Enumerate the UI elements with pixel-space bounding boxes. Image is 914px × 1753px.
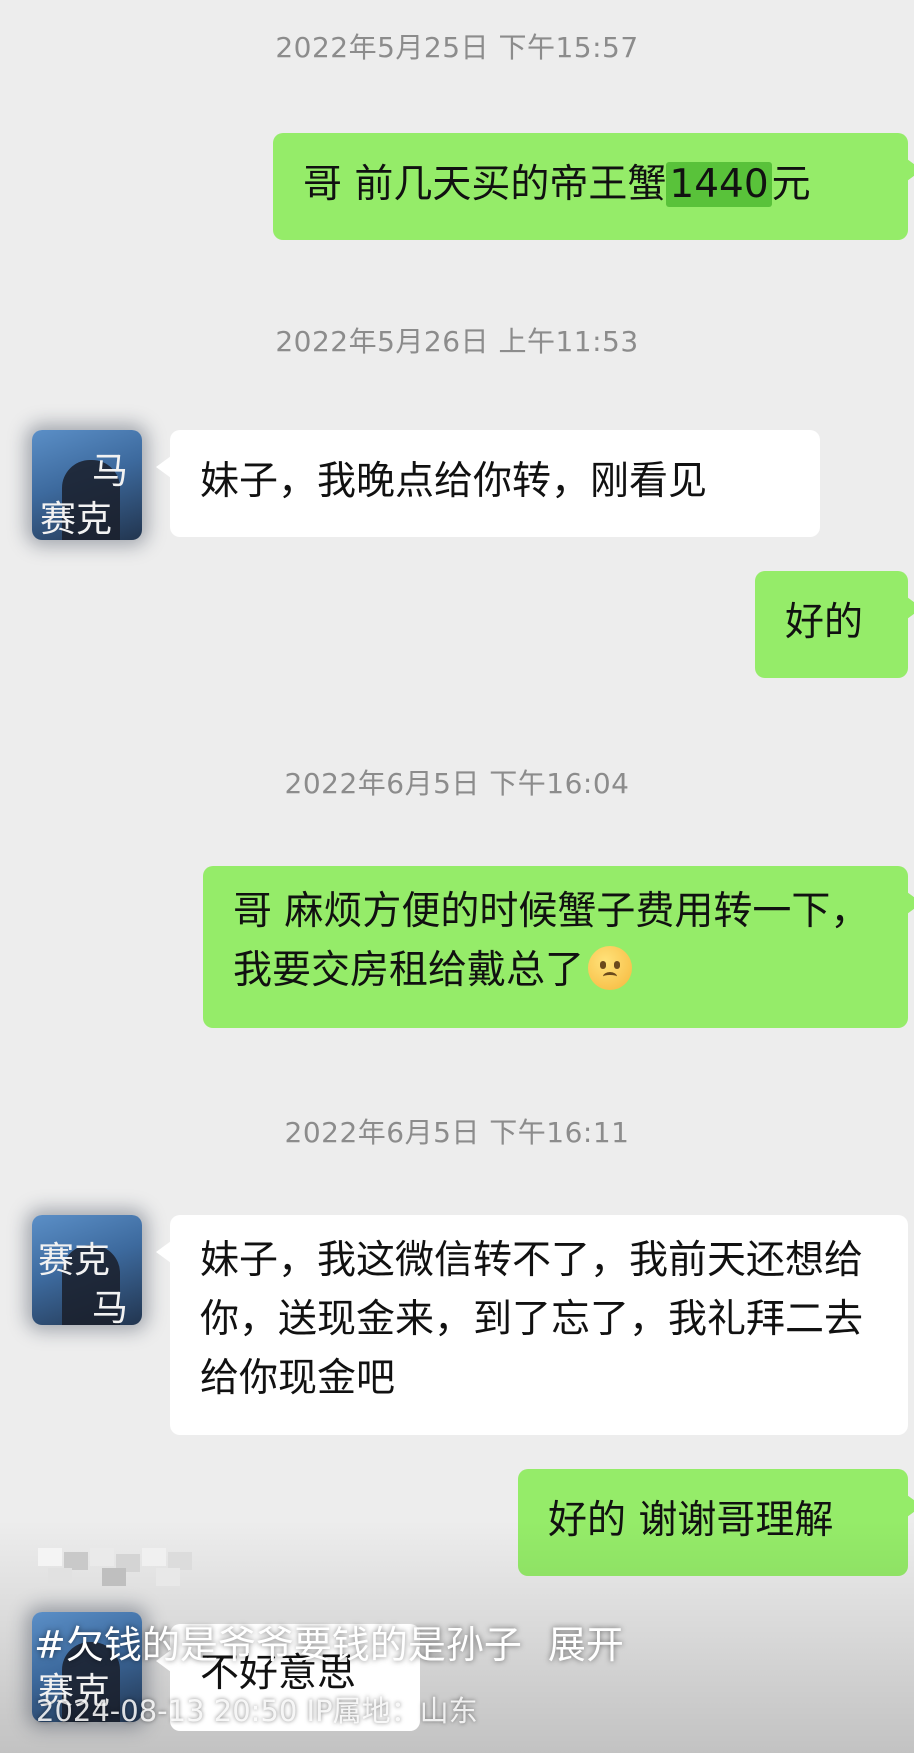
message-bubble-received[interactable]: 妹子，我这微信转不了，我前天还想给你，送现金来，到了忘了，我礼拜二去给你现金吧: [156, 1215, 908, 1435]
sad-face-emoji-icon: [588, 946, 633, 990]
video-caption[interactable]: #欠钱的是爷爷要钱的是孙子 展开: [34, 1614, 624, 1669]
avatar-text: 马: [92, 1288, 129, 1325]
avatar-text: 赛克: [38, 1240, 111, 1281]
message-bubble-sent[interactable]: 哥 麻烦方便的时候蟹子费用转一下，我要交房租给戴总了: [203, 866, 914, 1028]
message-bubble-sent[interactable]: 好的: [755, 571, 914, 678]
contact-avatar[interactable]: 马 赛克: [32, 430, 142, 540]
contact-avatar[interactable]: 赛克 马: [32, 1215, 142, 1325]
highlighted-amount: 1440: [666, 162, 772, 207]
timestamp: 2022年6月5日 下午16:04: [284, 767, 630, 800]
timestamp: 2022年5月26日 上午11:53: [275, 325, 639, 358]
avatar-text: 马: [92, 451, 129, 492]
message-bubble-received[interactable]: 妹子，我晚点给你转，刚看见: [156, 430, 820, 537]
hashtag-text[interactable]: #欠钱的是爷爷要钱的是孙子: [34, 1623, 522, 1667]
message-text-suffix: 元: [771, 162, 811, 207]
post-meta: 2024-08-13 20:50 IP属地：山东: [36, 1694, 478, 1728]
avatar-text: 赛克: [40, 499, 113, 540]
expand-button[interactable]: 展开: [548, 1623, 624, 1667]
message-text: 妹子，我这微信转不了，我前天还想给你，送现金来，到了忘了，我礼拜二去给你现金吧: [200, 1238, 864, 1401]
timestamp: 2022年6月5日 下午16:11: [284, 1116, 630, 1149]
timestamp: 2022年5月25日 下午15:57: [275, 31, 639, 64]
message-text: 哥 麻烦方便的时候蟹子费用转一下，我要交房租给戴总了: [233, 889, 870, 993]
message-text: 哥 前几天买的帝王蟹: [303, 162, 667, 207]
message-text: 妹子，我晚点给你转，刚看见: [200, 459, 708, 504]
message-bubble-sent[interactable]: 哥 前几天买的帝王蟹1440元: [273, 133, 914, 240]
message-text: 好的: [785, 600, 864, 645]
mosaic-blur: [38, 1548, 192, 1586]
